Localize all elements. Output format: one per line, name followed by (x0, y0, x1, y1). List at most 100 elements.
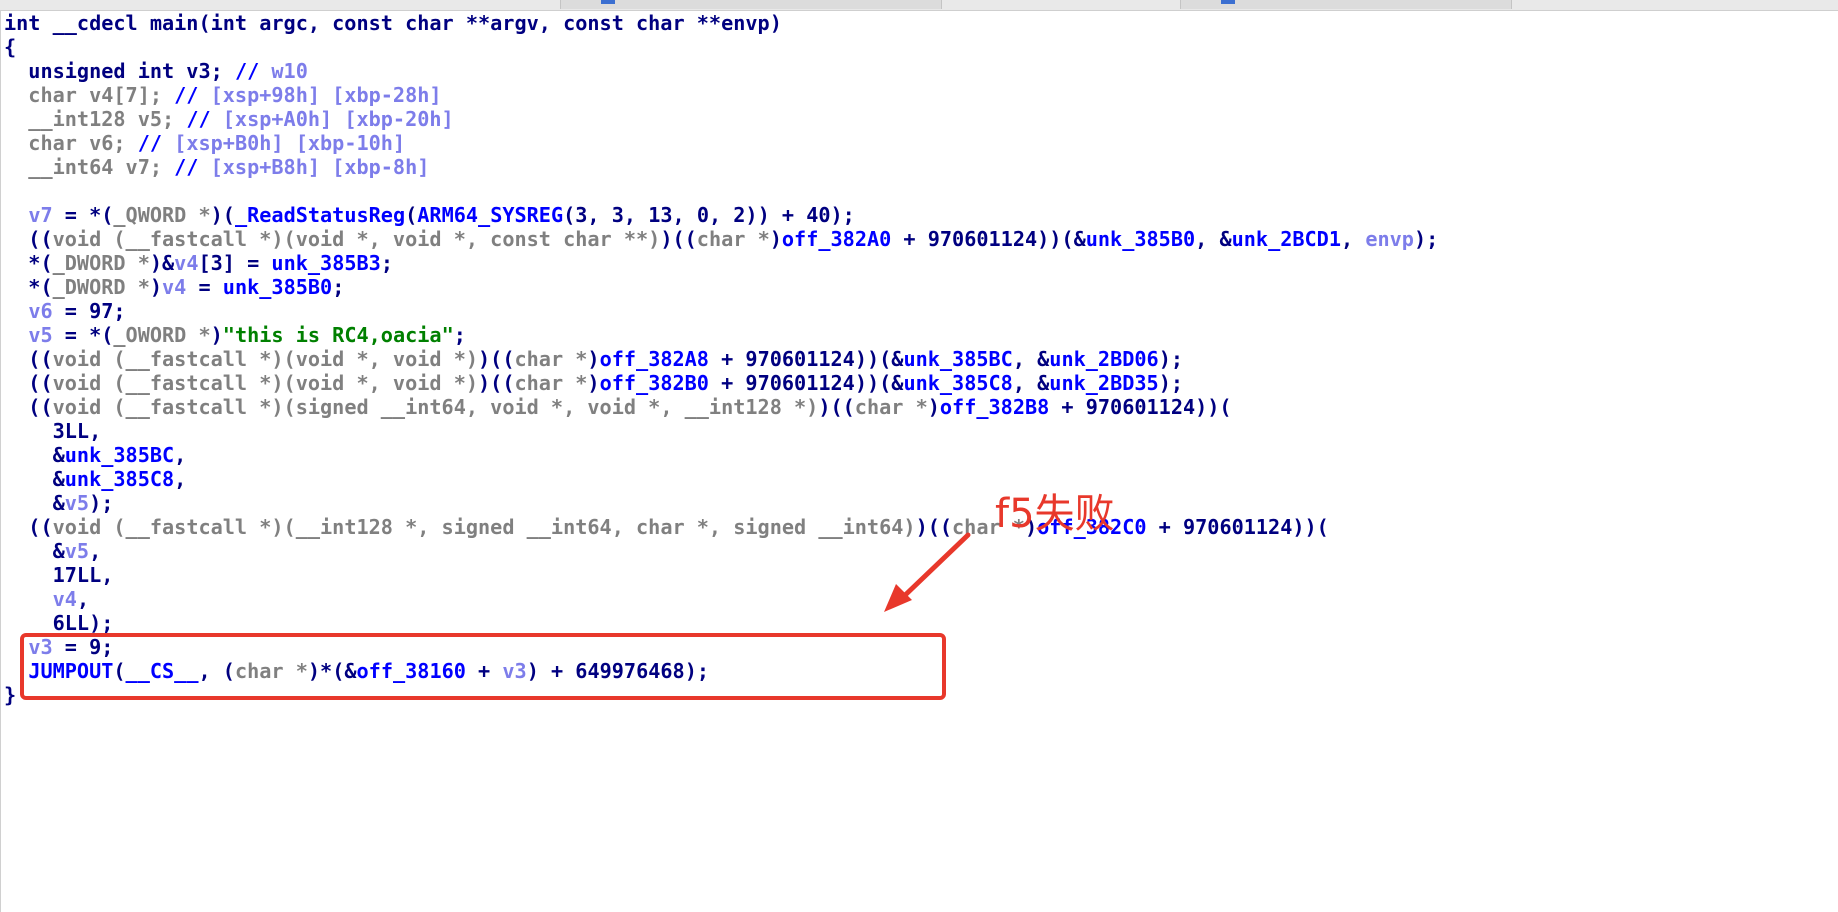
code-token: & (4, 467, 65, 491)
code-token: void (__fastcall *)(__int128 *, signed _… (52, 515, 916, 539)
code-token: , (174, 467, 187, 491)
code-token: v4 (52, 587, 77, 611)
code-token: char * (854, 395, 928, 419)
code-token: , & (1012, 371, 1050, 395)
editor-gutter (0, 10, 1, 912)
code-line[interactable]: int __cdecl main(int argc, const char **… (4, 11, 1438, 35)
code-token: _OWORD * (113, 323, 211, 347)
code-token: "this is RC4,oacia" (222, 323, 454, 347)
code-token: unk_2BD06 (1049, 347, 1159, 371)
code-line[interactable]: v7 = *(_QWORD *)(_ReadStatusReg(ARM64_SY… (4, 203, 1438, 227)
code-token: [xsp+B8h] [xbp-8h] (210, 155, 430, 179)
code-token: , (174, 443, 187, 467)
code-token: // (137, 131, 175, 155)
code-token: v5 (28, 323, 53, 347)
code-token: void (__fastcall *)(signed __int64, void… (52, 395, 819, 419)
code-token: v5 (64, 539, 90, 563)
code-token: unsigned int v3; (4, 59, 235, 83)
code-token: } (4, 683, 17, 707)
code-line[interactable]: __int128 v5; // [xsp+A0h] [xbp-20h] (4, 107, 1438, 131)
code-line[interactable]: v6 = 97; (4, 299, 1438, 323)
code-token: = 97; (52, 299, 126, 323)
code-token: (( (4, 515, 53, 539)
code-token: char v6; (4, 131, 138, 155)
code-token: ) (587, 347, 600, 371)
code-token: 3LL, (4, 419, 102, 443)
code-token: v4 (162, 275, 187, 299)
code-token: unk_2BD35 (1049, 371, 1159, 395)
code-token: { (4, 35, 17, 59)
code-line[interactable]: *(_DWORD *)&v4[3] = unk_385B3; (4, 251, 1438, 275)
code-line[interactable]: 3LL, (4, 419, 1438, 443)
code-token: _DWORD * (52, 275, 150, 299)
code-line[interactable]: ((void (__fastcall *)(void *, void *))((… (4, 371, 1438, 395)
code-token: _QWORD * (113, 203, 211, 227)
code-line[interactable]: char v6; // [xsp+B0h] [xbp-10h] (4, 131, 1438, 155)
code-line[interactable]: char v4[7]; // [xsp+98h] [xbp-28h] (4, 83, 1438, 107)
code-token: off_382A8 (599, 347, 709, 371)
code-token: , (1341, 227, 1366, 251)
code-token: int __cdecl main(int argc, const char **… (4, 11, 782, 35)
code-token: (( (4, 395, 53, 419)
tab-pseudocode[interactable] (560, 0, 942, 9)
code-line[interactable]: *(_DWORD *)v4 = unk_385B0; (4, 275, 1438, 299)
code-token: void (__fastcall *)(void *, void *) (52, 347, 479, 371)
code-token: // (174, 83, 211, 107)
code-token: (( (4, 227, 53, 251)
tab-other[interactable] (1180, 0, 1512, 9)
code-line[interactable]: &unk_385C8, (4, 467, 1438, 491)
code-token: (3, 3, 13, 0, 2)) + 40); (563, 203, 855, 227)
code-line[interactable]: 17LL, (4, 563, 1438, 587)
code-token: [xsp+A0h] [xbp-20h] (222, 107, 454, 131)
code-line[interactable]: ((void (__fastcall *)(signed __int64, vo… (4, 395, 1438, 419)
code-line[interactable] (4, 179, 1438, 203)
code-line[interactable]: &unk_385BC, (4, 443, 1438, 467)
code-token: unk_385B0 (222, 275, 333, 299)
code-token: unk_385B3 (271, 251, 381, 275)
pseudocode-view[interactable]: int __cdecl main(int argc, const char **… (4, 11, 1438, 707)
code-token: , & (1195, 227, 1232, 251)
code-line[interactable]: ((void (__fastcall *)(void *, void *, co… (4, 227, 1438, 251)
code-line[interactable]: unsigned int v3; // w10 (4, 59, 1438, 83)
code-line[interactable]: __int64 v7; // [xsp+B8h] [xbp-8h] (4, 155, 1438, 179)
code-token: [xsp+B0h] [xbp-10h] (174, 131, 406, 155)
code-line[interactable]: ((void (__fastcall *)(__int128 *, signed… (4, 515, 1438, 539)
code-token: // (234, 59, 272, 83)
code-line[interactable]: &v5); (4, 491, 1438, 515)
code-token: [xsp+98h] [xbp-28h] (210, 83, 442, 107)
annotation-label: f5失败 (995, 491, 1115, 537)
code-token: (( (4, 347, 53, 371)
code-line[interactable]: &v5, (4, 539, 1438, 563)
code-line[interactable]: ((void (__fastcall *)(void *, void *))((… (4, 347, 1438, 371)
code-token: & (4, 491, 65, 515)
code-token: + 970601124))( (1146, 515, 1329, 539)
code-token: ); (89, 491, 114, 515)
code-line[interactable]: 6LL); (4, 611, 1438, 635)
code-token: ) (927, 395, 940, 419)
code-token: 6LL); (4, 611, 114, 635)
code-token: )& (149, 251, 175, 275)
code-token: off_382A0 (781, 227, 892, 251)
code-token: // (186, 107, 223, 131)
code-token: unk_2BCD1 (1231, 227, 1341, 251)
code-token: ; (332, 275, 345, 299)
code-token: [3] = (198, 251, 272, 275)
code-token: char * (696, 227, 770, 251)
code-token: )(( (818, 395, 855, 419)
code-token: v5 (64, 491, 90, 515)
code-token: char v4[7]; (4, 83, 175, 107)
tab-icon (601, 0, 615, 4)
code-token: & (4, 539, 65, 563)
code-line[interactable]: v4, (4, 587, 1438, 611)
code-token: *( (4, 251, 53, 275)
code-token: ; (453, 323, 466, 347)
highlight-box (20, 633, 946, 700)
code-token: v7 (28, 203, 53, 227)
code-line[interactable]: v5 = *(_OWORD *)"this is RC4,oacia"; (4, 323, 1438, 347)
code-token: _DWORD * (52, 251, 150, 275)
code-line[interactable]: { (4, 35, 1438, 59)
code-token: char * (514, 347, 588, 371)
